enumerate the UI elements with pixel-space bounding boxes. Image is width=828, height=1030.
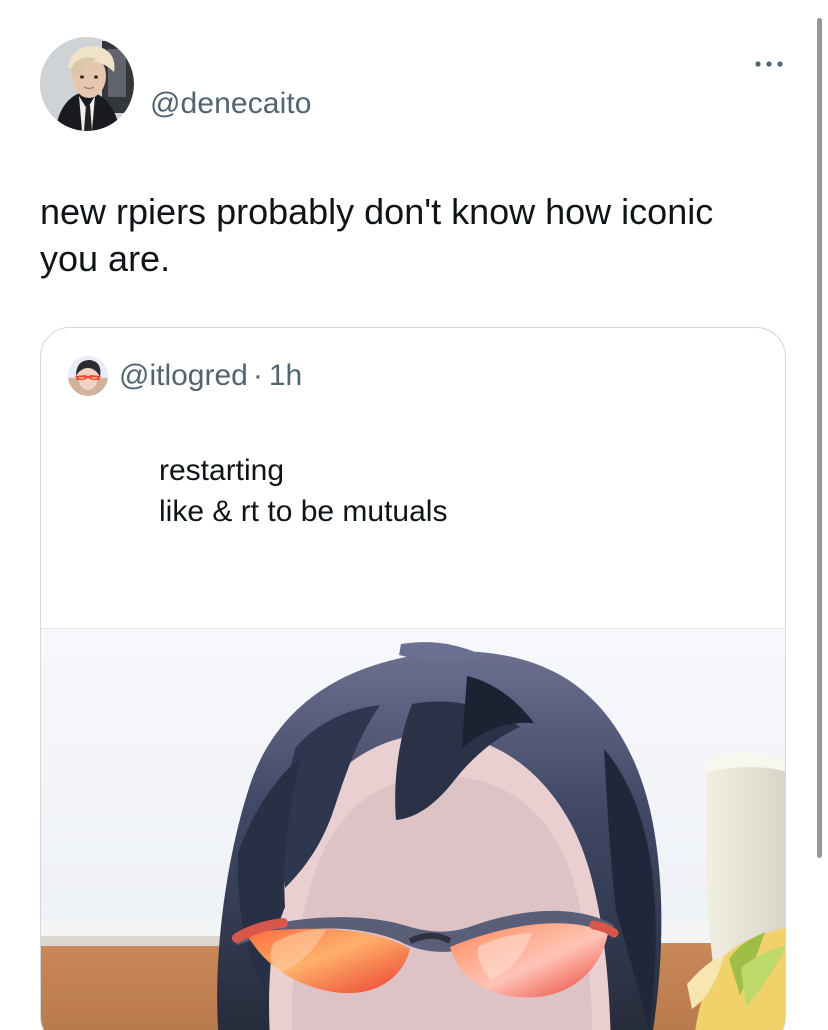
handle-time-separator: · xyxy=(252,359,263,392)
tweet-text: new rpiers probably don't know how iconi… xyxy=(40,191,714,279)
author-handle[interactable]: @denecaito xyxy=(150,85,312,123)
quoted-author-handle[interactable]: @itlogred xyxy=(119,357,248,395)
quoted-profile-avatar-icon xyxy=(68,356,108,396)
quoted-tweet-time[interactable]: 1h xyxy=(269,357,302,395)
vertical-scrollbar[interactable] xyxy=(817,18,822,858)
photo-icon xyxy=(41,629,785,1030)
more-options-button[interactable] xyxy=(752,54,786,74)
quoted-tweet-header: @itlogred · 1h xyxy=(68,356,302,396)
quoted-profile-avatar[interactable] xyxy=(68,356,108,396)
quoted-tweet-photo[interactable] xyxy=(41,628,785,1030)
tweet-page: @denecaito new rpiers probably don't kno… xyxy=(0,0,828,1030)
profile-avatar-icon xyxy=(40,37,134,131)
more-horizontal-icon xyxy=(755,61,783,67)
quoted-tweet-card[interactable]: @itlogred · 1h restarting like & rt to b… xyxy=(40,327,786,1030)
profile-avatar[interactable] xyxy=(40,37,134,131)
quoted-tweet-text: restarting like & rt to be mutuals xyxy=(159,454,448,528)
